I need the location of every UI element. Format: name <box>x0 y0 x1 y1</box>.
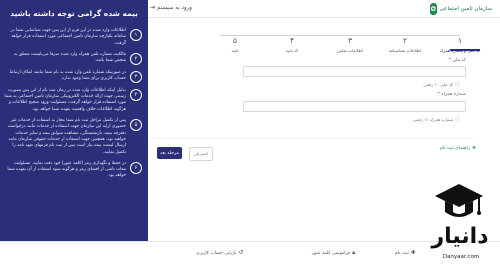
step-verification-code: ۴ کد تایید <box>262 28 322 53</box>
step-identity: ۲ اطلاعات شناسنامه <box>375 28 435 53</box>
notice-number: ۶ <box>130 161 142 174</box>
national-code-label-text: کد ملی <box>452 58 466 63</box>
step-label: اطلاعات تماس <box>336 48 364 53</box>
forgot-password-link[interactable]: 🔒︎ فراموشی کلمه عبور <box>312 250 355 257</box>
lock-icon: 🔒︎ <box>352 250 356 256</box>
login-link[interactable]: ورود به سیستم ⇥ <box>150 4 192 11</box>
register-link[interactable]: ✚ ثبت نام <box>395 250 415 256</box>
notice-text: پس از تکمیل مراحل ثبت نام شما مجاز به اس… <box>7 118 126 155</box>
cancel-button[interactable]: انصراف <box>189 147 213 161</box>
graduation-cap-icon <box>435 184 483 217</box>
notice-number: ۵ <box>130 119 142 132</box>
brand[interactable]: سازمان تامین اجتماعی ✿ <box>430 2 492 15</box>
step-number: ۵ <box>229 36 241 45</box>
account-recovery-link[interactable]: ↺ بازیابی حساب کاربری <box>196 250 243 256</box>
notice-text: بدلیل اینکه اطلاعات وارد شده در زمان ثبت… <box>4 87 126 112</box>
notice-number: ۴ <box>130 88 142 101</box>
step-label: تایید <box>231 48 239 53</box>
notice-item: ۱ اطلاعات وارد شده در این فرم از این پس … <box>4 28 142 47</box>
forgot-password-label: فراموشی کلمه عبور <box>312 251 351 256</box>
national-code-input[interactable] <box>243 66 466 77</box>
mobile-hint: ⓘ شماره همراه ۱۱ رقمی <box>413 116 460 123</box>
notice-sidebar: بیمه شده گرامی توجه داشته باشید ۱ اطلاعا… <box>0 0 148 241</box>
watermark-url: Danyaar.com <box>442 254 480 260</box>
notice-list: ۱ اطلاعات وارد شده در این فرم از این پس … <box>4 28 142 185</box>
brand-logo-icon: ✿ <box>430 2 437 15</box>
registration-stepper: ۱ کد ملی و شماره همراه ۲ اطلاعات شناسنام… <box>200 28 480 53</box>
notice-item: ۶ در حفظ و نگهداری رمز (کلمه عبور) خود د… <box>4 161 142 180</box>
guide-icon: ❖ <box>471 146 476 151</box>
login-label: ورود به سیستم <box>157 4 192 11</box>
watermark-logo: دانیار Danyaar.com <box>418 178 500 265</box>
notice-item: ۳ در صورتیکه شماره تلفن وارد شده به نام … <box>4 70 142 83</box>
login-icon: ⇥ <box>150 4 156 11</box>
step-label: اطلاعات شناسنامه <box>388 48 422 53</box>
step-number: ۲ <box>399 36 411 45</box>
mobile-label: شماره همراه * <box>438 92 466 97</box>
step-number: ۴ <box>286 36 298 45</box>
notice-text: در حفظ و نگهداری رمز (کلمه عبور) خود دقت… <box>7 160 126 179</box>
notice-number: ۲ <box>130 52 142 65</box>
user-plus-icon: ✚ <box>410 250 416 256</box>
sidebar-title: بیمه شده گرامی توجه داشته باشید <box>10 9 138 18</box>
recovery-icon: ↺ <box>238 250 244 256</box>
notice-text: اطلاعات وارد شده در این فرم از این پس جه… <box>10 28 126 46</box>
notice-text: مالکیت شماره تلفن همراه وارد شده صرفا می… <box>13 51 126 64</box>
notice-item: ۲ مالکیت شماره تلفن همراه وارد شده صرفا … <box>4 52 142 65</box>
required-mark: * <box>448 58 451 63</box>
national-code-label: کد ملی * <box>449 58 466 63</box>
notice-text: در صورتیکه شماره تلفن وارد شده به نام شم… <box>9 69 126 82</box>
step-number: ۱ <box>454 36 466 45</box>
watermark-text: دانیار <box>431 224 489 249</box>
step-contact: ۳ اطلاعات تماس <box>320 28 380 53</box>
registration-guide-link[interactable]: ❖ راهنمای ثبت نام <box>440 146 476 151</box>
info-icon: ⓘ <box>454 82 460 88</box>
info-icon: ⓘ <box>454 117 460 123</box>
mobile-hint-text: شماره همراه ۱۱ رقمی <box>412 117 453 122</box>
national-code-hint: ⓘ کد ملی ۱۰ رقمی <box>423 81 460 88</box>
mobile-input[interactable] <box>243 101 466 112</box>
brand-name: سازمان تامین اجتماعی <box>439 5 492 12</box>
next-step-button[interactable]: مرحله بعد <box>157 147 182 159</box>
national-code-hint-text: کد ملی ۱۰ رقمی <box>423 82 453 87</box>
mobile-label-text: شماره همراه <box>441 92 466 97</box>
notice-number: ۱ <box>130 29 142 41</box>
notice-number: ۳ <box>130 70 142 83</box>
notice-item: ۵ پس از تکمیل مراحل ثبت نام شما مجاز به … <box>4 118 142 156</box>
required-mark: * <box>437 92 440 97</box>
account-recovery-label: بازیابی حساب کاربری <box>196 250 237 256</box>
step-label: کد تایید <box>285 48 299 53</box>
step-number: ۳ <box>344 36 356 45</box>
notice-item: ۴ بدلیل اینکه اطلاعات وارد شده در زمان ث… <box>4 88 142 113</box>
active-step-indicator <box>450 49 480 51</box>
step-confirm: ۵ تایید <box>205 28 265 53</box>
divider <box>150 138 475 139</box>
register-label: ثبت نام <box>395 250 409 256</box>
guide-link-text: راهنمای ثبت نام <box>440 146 470 151</box>
